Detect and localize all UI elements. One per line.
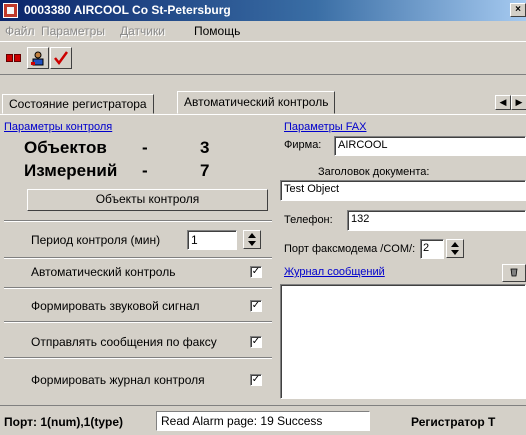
window-title: 0003380 AIRCOOL Co St-Petersburg [24,3,231,17]
company-input[interactable]: AIRCOOL [334,136,526,156]
tab-scroll-left-icon[interactable]: ◀ [495,95,511,110]
objects-control-button[interactable]: Объекты контроля [27,189,268,211]
fax-port-label: Порт факсмодема /COM/: [284,243,416,255]
measurements-count: 7 [200,161,210,180]
measurements-dash: - [142,161,148,180]
status-port: Порт: 1(num),1(type) [4,415,124,429]
fax-messages-checkbox[interactable]: ✓ [250,336,262,348]
period-label: Период контроля (мин) [31,233,161,247]
tab-recorder-state[interactable]: Состояние регистратора [2,94,154,114]
phone-input[interactable]: 132 [347,210,526,231]
divider [4,287,272,289]
log-settings-icon[interactable] [502,264,526,282]
period-spinner[interactable] [243,230,261,249]
tab-scroll-right-icon[interactable]: ▶ [511,95,526,110]
fax-params-link[interactable]: Параметры FAX [284,121,366,133]
tab-auto-control[interactable]: Автоматический контроль [177,91,336,114]
checkbox-label-auto-control: Автоматический контроль [31,265,176,279]
sound-signal-checkbox[interactable]: ✓ [250,300,262,312]
menu-parameters[interactable]: Параметры [41,24,105,38]
doc-header-input[interactable]: Test Object [280,180,526,201]
auto-control-checkbox[interactable]: ✓ [250,266,262,278]
control-journal-checkbox[interactable]: ✓ [250,374,262,386]
checkbox-label-fax: Отправлять сообщения по факсу [31,335,217,349]
divider [4,357,272,359]
app-icon [3,3,18,18]
fax-parameters-panel: Параметры FAX Фирма: AIRCOOL Заголовок д… [280,114,526,405]
toolbar [0,41,526,75]
doc-header-label: Заголовок документа: [318,166,430,178]
divider [4,220,272,222]
close-button[interactable]: × [510,3,526,17]
divider [4,257,272,259]
fax-port-spinner[interactable] [446,239,464,258]
company-label: Фирма: [284,139,322,151]
checkbox-label-journal: Формировать журнал контроля [31,373,205,387]
fax-port-input[interactable]: 2 [420,239,444,259]
menu-file[interactable]: Файл [5,24,35,38]
menu-help[interactable]: Помощь [194,24,240,38]
objects-count: 3 [200,138,210,157]
objects-label: Объектов [24,138,107,157]
measurements-label: Измерений [24,161,118,180]
check-icon[interactable] [50,47,72,69]
message-log-area[interactable] [280,284,526,399]
status-recorder: Регистратор Т [411,415,496,429]
title-bar: 0003380 AIRCOOL Co St-Petersburg × [0,0,526,21]
menu-bar: Файл Параметры Датчики Помощь [0,21,526,41]
control-parameters-panel: Параметры контроля Объектов - 3 Измерени… [0,114,276,405]
checkbox-label-sound: Формировать звуковой сигнал [31,299,200,313]
status-bar: Порт: 1(num),1(type) Read Alarm page: 19… [0,405,526,435]
user-icon[interactable] [27,47,49,69]
tab-strip: Состояние регистратора Автоматический ко… [0,91,526,114]
phone-label: Телефон: [284,214,333,226]
stop-icon[interactable] [6,54,22,63]
divider [4,321,272,323]
period-input[interactable]: 1 [187,230,237,250]
objects-dash: - [142,138,148,157]
control-params-link[interactable]: Параметры контроля [4,121,112,133]
message-log-link[interactable]: Журнал сообщений [284,266,385,278]
status-message: Read Alarm page: 19 Success [156,411,370,431]
menu-sensors[interactable]: Датчики [120,24,165,38]
